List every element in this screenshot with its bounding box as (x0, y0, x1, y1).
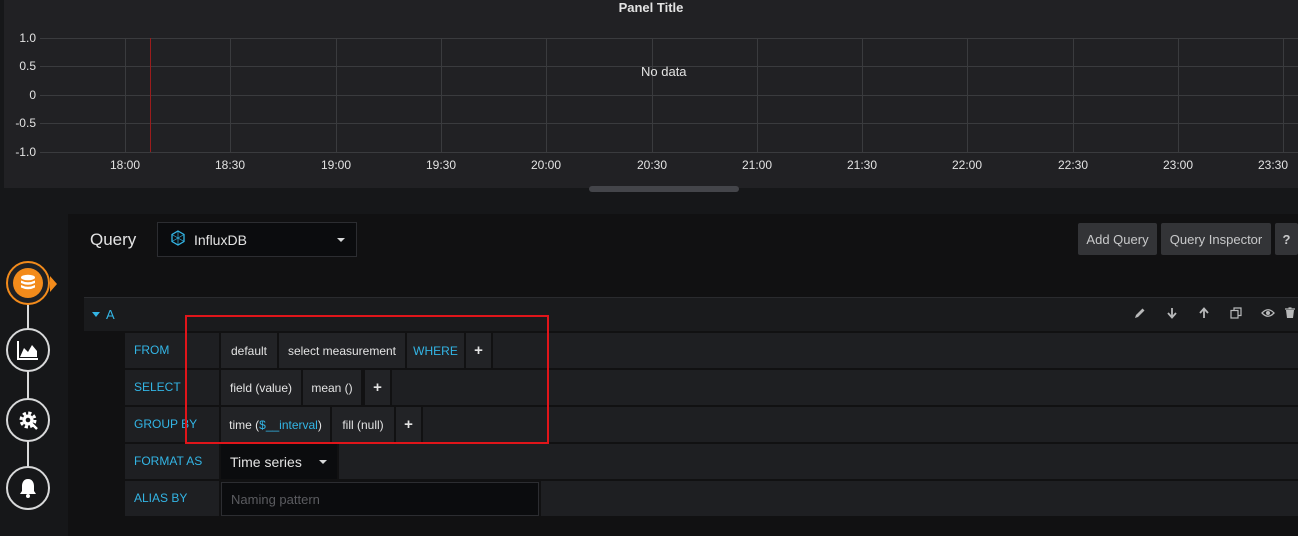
group-by-label: GROUP BY (125, 407, 219, 442)
from-label: FROM (125, 333, 219, 368)
y-tick-label: -0.5 (15, 116, 36, 130)
move-down-icon[interactable] (1156, 307, 1188, 322)
row-filler (541, 481, 1298, 516)
x-tick-label: 21:30 (846, 158, 878, 172)
query-row-tools (1124, 307, 1298, 322)
y-tick-label: 0.5 (19, 59, 36, 73)
x-tick-label: 19:30 (425, 158, 457, 172)
chevron-down-icon (337, 238, 345, 242)
sidebar-item-visualization[interactable] (6, 328, 50, 372)
gear-icon (13, 405, 43, 435)
format-as-label: FORMAT AS (125, 444, 219, 479)
where-keyword: WHERE (407, 333, 464, 368)
grid-line (40, 95, 1298, 96)
select-label: SELECT (125, 370, 219, 405)
panel-title[interactable]: Panel Title (4, 0, 1298, 15)
duplicate-icon[interactable] (1220, 307, 1252, 322)
bell-icon (13, 473, 43, 503)
alias-by-label: ALIAS BY (125, 481, 219, 516)
move-up-icon[interactable] (1188, 307, 1220, 322)
grid-line (1283, 38, 1284, 152)
help-button[interactable]: ? (1275, 223, 1298, 255)
graph-panel: Panel Title 1.0 0.5 0 -0.5 -1.0 18:00 18… (4, 0, 1298, 188)
no-data-message: No data (641, 64, 687, 79)
grid-line (336, 38, 337, 152)
datasource-name: InfluxDB (194, 231, 247, 248)
pencil-icon[interactable] (1124, 307, 1156, 322)
format-select[interactable]: Time series (221, 444, 337, 479)
caret-down-icon (92, 312, 100, 317)
fill-segment[interactable]: fill (null) (332, 407, 394, 442)
aggregation-segment[interactable]: mean () (303, 370, 361, 405)
grid-line (862, 38, 863, 152)
grid-line (967, 38, 968, 152)
time-interval-segment[interactable]: time ($__interval) (221, 407, 330, 442)
sidebar-item-alert[interactable] (6, 466, 50, 510)
grid-line (40, 152, 1298, 153)
x-tick-label: 22:00 (951, 158, 983, 172)
influxdb-icon (170, 230, 186, 249)
datasource-picker[interactable]: InfluxDB (157, 222, 357, 257)
grid-line (441, 38, 442, 152)
panel-resize-handle[interactable] (589, 186, 739, 192)
grid-line (1073, 38, 1074, 152)
x-tick-label: 20:00 (530, 158, 562, 172)
x-tick-label: 23:00 (1162, 158, 1194, 172)
grid-line (230, 38, 231, 152)
select-row: SELECT field (value) mean () + (125, 370, 1298, 405)
row-filler (423, 407, 1298, 442)
query-row-toggle[interactable]: A (92, 307, 115, 322)
time-prefix: time ( (229, 417, 260, 432)
format-value: Time series (230, 453, 302, 470)
grid-line (652, 38, 653, 152)
add-where-button[interactable]: + (466, 333, 491, 368)
group-by-row: GROUP BY time ($__interval) fill (null) … (125, 407, 1298, 442)
add-query-button[interactable]: Add Query (1078, 223, 1157, 255)
format-as-row: FORMAT AS Time series (125, 444, 1298, 479)
interval-variable: $__interval (259, 417, 318, 432)
y-tick-label: -1.0 (15, 145, 36, 159)
query-ref-id: A (106, 307, 115, 322)
sidebar-item-general[interactable] (6, 398, 50, 442)
grid-line (125, 38, 126, 152)
grid-line (40, 38, 1298, 39)
annotation-marker (150, 38, 151, 152)
alias-input[interactable]: Naming pattern (221, 482, 539, 516)
x-tick-label: 18:30 (214, 158, 246, 172)
retention-policy-segment[interactable]: default (221, 333, 277, 368)
x-tick-label: 22:30 (1057, 158, 1089, 172)
query-row-header: A (84, 297, 1298, 331)
chevron-down-icon (319, 460, 327, 464)
query-inspector-button[interactable]: Query Inspector (1161, 223, 1271, 255)
row-filler (493, 333, 1298, 368)
database-icon (13, 268, 43, 298)
y-tick-label: 1.0 (19, 31, 36, 45)
from-row: FROM default select measurement WHERE + (125, 333, 1298, 368)
row-filler (392, 370, 1298, 405)
x-tick-label: 18:00 (109, 158, 141, 172)
x-tick-label: 19:00 (320, 158, 352, 172)
add-select-button[interactable]: + (365, 370, 390, 405)
grid-line (546, 38, 547, 152)
y-tick-label: 0 (29, 88, 36, 102)
alias-by-row: ALIAS BY Naming pattern (125, 481, 1298, 516)
field-segment[interactable]: field (value) (221, 370, 301, 405)
area-chart-icon (13, 335, 43, 365)
x-tick-label: 21:00 (741, 158, 773, 172)
add-group-by-button[interactable]: + (396, 407, 421, 442)
trash-icon[interactable] (1284, 307, 1298, 322)
grid-line (1178, 38, 1179, 152)
query-title: Query (90, 230, 137, 249)
grid-line (757, 38, 758, 152)
x-tick-label: 23:30 (1258, 158, 1289, 172)
x-tick-label: 20:30 (636, 158, 668, 172)
eye-icon[interactable] (1252, 307, 1284, 322)
sidebar-item-queries[interactable] (6, 261, 57, 305)
measurement-segment[interactable]: select measurement (279, 333, 405, 368)
grid-line (40, 123, 1298, 124)
row-filler (339, 444, 1298, 479)
time-suffix: ) (317, 417, 322, 432)
